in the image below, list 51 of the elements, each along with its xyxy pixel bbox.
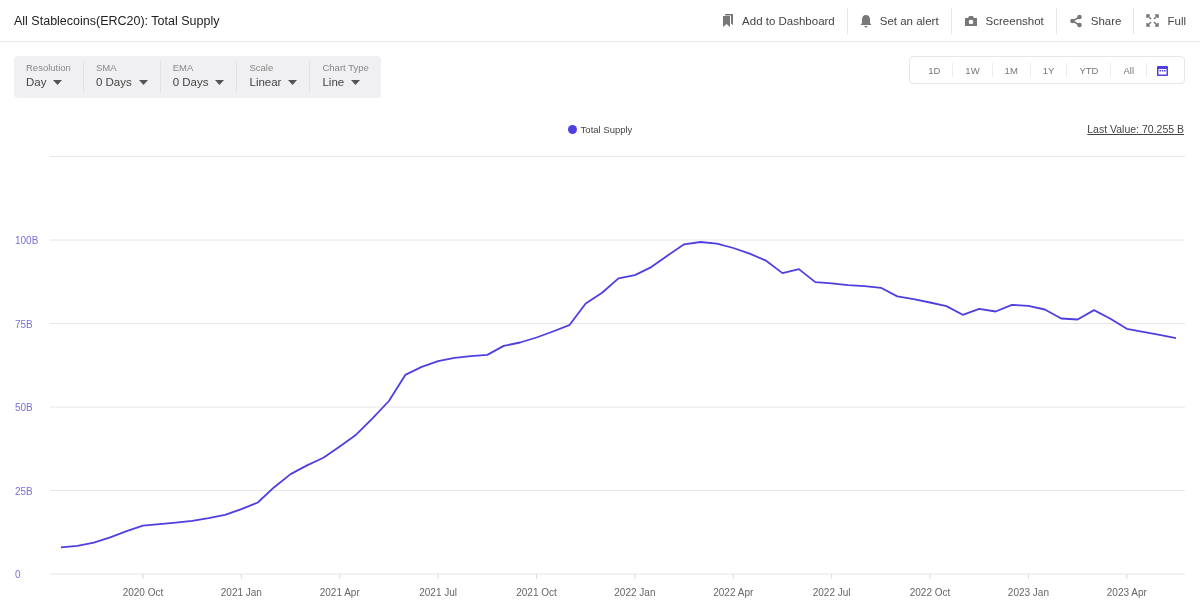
share-button[interactable]: Share [1056, 6, 1134, 35]
range-button[interactable]: 1D [916, 60, 953, 80]
range-button[interactable]: 1W [953, 60, 992, 80]
caret-icon [215, 79, 225, 85]
dashboard-button[interactable]: Add to Dashboard [710, 6, 847, 35]
y-axis-label: 50B [15, 402, 33, 413]
chart-title: All Stablecoins(ERC20): Total Supply [14, 13, 220, 28]
x-axis-label: 2022 Jan [614, 587, 656, 598]
last-value-link[interactable]: Last Value: 70.255 B [1087, 123, 1184, 135]
range-button[interactable]: 1Y [1030, 60, 1067, 80]
x-axis-label: 2023 Apr [1106, 587, 1147, 598]
y-axis-label: 75B [15, 318, 33, 330]
option-label: Chart Type [322, 61, 369, 74]
x-axis-label: 2022 Oct [909, 587, 951, 598]
x-axis-label: 2021 Apr [319, 587, 360, 598]
x-axis-label: 2022 Jul [812, 587, 851, 598]
option-dropdown[interactable]: 0 Days [172, 74, 225, 90]
x-axis-label: 2023 Jan [1007, 587, 1049, 598]
legend-label: Total Supply [580, 124, 633, 135]
x-axis-label: 2021 Jul [419, 587, 458, 598]
option-dropdown[interactable]: Day [26, 74, 71, 90]
bell-icon [859, 13, 872, 28]
x-axis-label: 2021 Oct [516, 587, 557, 598]
x-axis-label: 2021 Jan [220, 587, 262, 598]
range-button[interactable]: All [1111, 60, 1146, 80]
caret-icon [53, 79, 63, 85]
x-axis-label: 2020 Oct [122, 587, 164, 598]
y-axis-label: 25B [15, 485, 33, 497]
option-label: Scale [249, 61, 275, 74]
alert-button[interactable]: Set an alert [847, 6, 951, 35]
option-label: EMA [172, 61, 195, 74]
bookmark-icon [722, 13, 735, 28]
expand-icon [1146, 14, 1160, 27]
caret-icon [351, 79, 361, 85]
caret-icon [138, 79, 148, 85]
caret-icon [288, 79, 298, 85]
option-dropdown[interactable]: 0 Days [95, 74, 148, 90]
option-label: Resolution [26, 61, 71, 74]
range-button[interactable]: YTD [1067, 60, 1111, 80]
y-axis-label: 100B [15, 235, 39, 246]
option-label: SMA [95, 61, 118, 74]
screenshot-button[interactable]: Screenshot [951, 6, 1056, 35]
camera-icon [963, 14, 978, 27]
x-axis-label: 2022 Apr [713, 587, 754, 598]
share-icon [1068, 13, 1083, 28]
range-button[interactable]: 1M [992, 60, 1030, 80]
y-axis-label: 0 [15, 569, 21, 580]
full-button[interactable]: Full [1134, 6, 1186, 35]
option-dropdown[interactable]: Line [322, 74, 369, 90]
option-dropdown[interactable]: Linear [249, 74, 298, 90]
calendar-icon [1157, 64, 1168, 76]
